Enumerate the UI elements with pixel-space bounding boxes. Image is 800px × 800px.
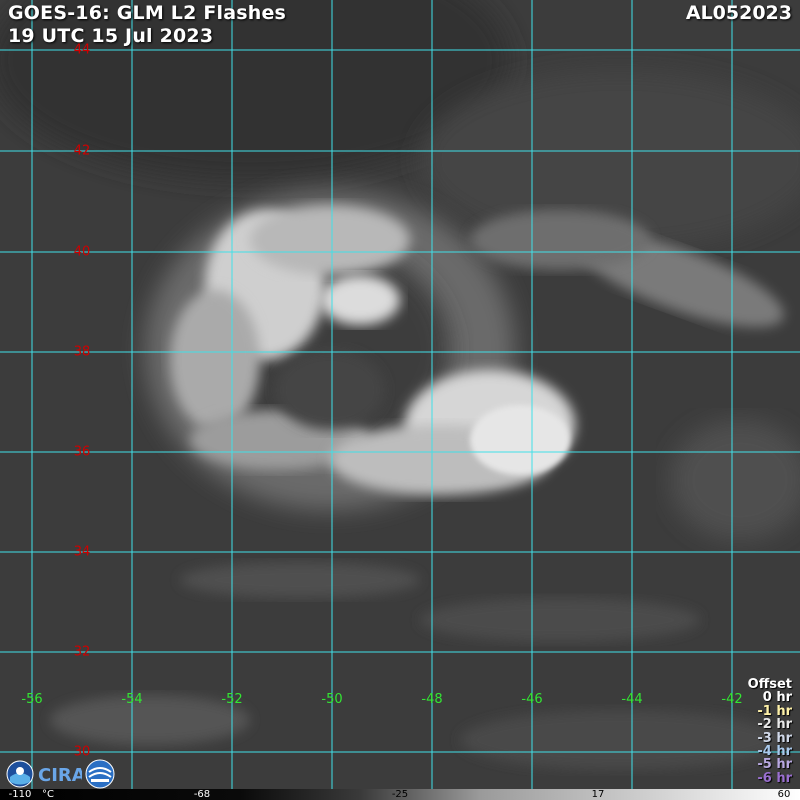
offset-legend-item: -3 hr — [757, 730, 792, 746]
product-title: GOES-16: GLM L2 Flashes — [8, 2, 287, 24]
colorbar-tick-label: -25 — [391, 789, 409, 800]
colorbar-tick-label: °C — [42, 789, 54, 800]
offset-legend-heading: Offset — [747, 677, 792, 692]
latitude-label: 38 — [73, 344, 91, 360]
longitude-label: -42 — [721, 692, 743, 707]
longitude-label: -54 — [121, 692, 143, 707]
offset-legend-item: 0 hr — [762, 690, 792, 706]
colorbar-tick-label: -68 — [193, 789, 211, 800]
offset-legend-item: -4 hr — [757, 744, 792, 760]
satellite-viewer: GOES-16: GLM L2 Flashes 19 UTC 15 Jul 20… — [0, 0, 800, 800]
satellite-image — [0, 0, 800, 789]
temperature-colorbar: -110 °C -68 -25 17 60 — [0, 789, 800, 800]
longitude-label: -44 — [621, 692, 643, 707]
latitude-label: 32 — [73, 644, 91, 660]
longitude-label: -46 — [521, 692, 543, 707]
cira-logo-icon: CIRA — [38, 765, 82, 786]
colorbar-tick-label: -110 — [8, 789, 32, 800]
storm-id: AL052023 — [685, 2, 792, 24]
offset-legend: Offset 0 hr -1 hr -2 hr -3 hr -4 hr -5 hr -6 h… — [747, 677, 792, 786]
longitude-label: -56 — [21, 692, 43, 707]
agency-logos: CIRA — [6, 759, 116, 789]
latitude-label: 42 — [73, 143, 91, 159]
colorbar-tick-label: 17 — [591, 789, 605, 800]
longitude-label: -50 — [321, 692, 343, 707]
offset-legend-item: -5 hr — [757, 757, 792, 773]
latitude-label: 30 — [73, 744, 91, 760]
offset-legend-item: -6 hr — [757, 770, 792, 786]
rammb-logo-icon — [85, 759, 115, 789]
latitude-label: 36 — [73, 444, 91, 460]
noaa-logo-icon — [6, 760, 34, 788]
offset-legend-item: -1 hr — [757, 703, 792, 719]
latitude-label: 44 — [73, 42, 91, 58]
timestamp: 19 UTC 15 Jul 2023 — [8, 25, 214, 47]
longitude-label: -48 — [421, 692, 443, 707]
offset-legend-item: -2 hr — [757, 717, 792, 733]
longitude-label: -52 — [221, 692, 243, 707]
latitude-label: 34 — [73, 544, 91, 560]
svg-text:CIRA: CIRA — [38, 765, 82, 786]
colorbar-tick-label: 60 — [777, 789, 791, 800]
latitude-label: 40 — [73, 244, 91, 260]
